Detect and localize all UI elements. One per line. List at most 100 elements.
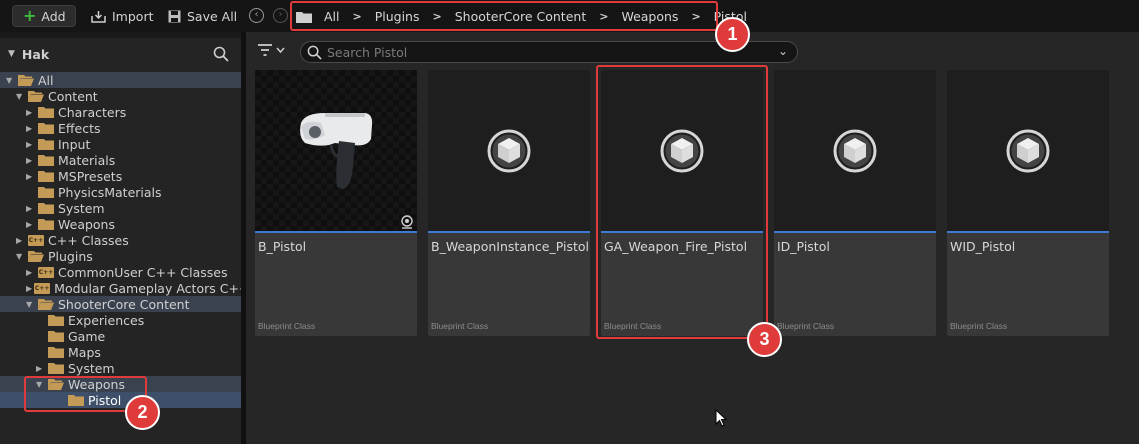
asset-tile-b-pistol[interactable]: B_Pistol Blueprint Class: [255, 70, 417, 336]
tree-item-system[interactable]: ▶ System: [0, 360, 241, 376]
tree-item-label: Content: [48, 88, 98, 104]
tree-item-label: Plugins: [48, 248, 93, 264]
step-marker-3: 3: [747, 322, 782, 357]
tree-item-label: Characters: [58, 104, 127, 120]
add-button-label: Add: [41, 8, 66, 24]
tree-item-label: Experiences: [68, 312, 145, 328]
tree-item-label: CommonUser C++ Classes: [58, 264, 228, 280]
pistol-image: [300, 113, 373, 189]
tree-item-experiences[interactable]: Experiences: [0, 312, 241, 328]
folder-icon: [48, 315, 64, 326]
folder-open-icon: [28, 91, 44, 102]
collapse-arrow-icon[interactable]: ▶: [26, 172, 36, 181]
import-button[interactable]: Import: [91, 5, 154, 27]
folder-open-icon: [28, 251, 44, 262]
tree-item-label: ShooterCore Content: [58, 296, 190, 312]
panel-header[interactable]: ▼ Hak: [0, 38, 241, 70]
search-icon[interactable]: [213, 46, 229, 62]
asset-tile-wid-pistol[interactable]: WID_Pistol Blueprint Class: [947, 70, 1109, 336]
tree-item-label: Input: [58, 136, 91, 152]
add-button[interactable]: + Add: [12, 5, 76, 27]
folder-icon: [38, 219, 54, 230]
cpp-folder-icon: C++: [28, 234, 44, 246]
tree-item-label: Weapons: [58, 216, 115, 232]
save-icon: [168, 10, 181, 22]
tree-item-weapons[interactable]: ▶ Weapons: [0, 216, 241, 232]
blueprint-class-icon: [833, 129, 877, 173]
asset-thumbnail: [428, 70, 590, 231]
folder-icon: [38, 139, 54, 150]
breadcrumb-highlight-box: [290, 1, 718, 31]
expand-arrow-icon[interactable]: ▼: [16, 252, 26, 261]
folder-icon: [38, 123, 54, 134]
tree-item-modular-gameplay-actors-c-c[interactable]: ▶ C++ Modular Gameplay Actors C++ C: [0, 280, 262, 296]
folder-icon: [38, 171, 54, 182]
expand-arrow-icon[interactable]: ▼: [6, 76, 16, 85]
folder-icon: [38, 187, 54, 198]
expand-arrow-icon[interactable]: ▼: [26, 300, 36, 309]
tree-item-label: System: [68, 360, 115, 376]
filter-icon[interactable]: [258, 43, 288, 57]
collapse-arrow-icon[interactable]: ▶: [26, 220, 36, 229]
chevron-down-icon[interactable]: ⌄: [778, 44, 788, 58]
collapse-arrow-icon[interactable]: ▶: [26, 124, 36, 133]
tree-item-all[interactable]: ▼ All: [0, 72, 241, 88]
forward-icon[interactable]: ›: [273, 8, 288, 23]
tree-item-content[interactable]: ▼ Content: [0, 88, 241, 104]
tree-item-label: All: [38, 72, 54, 88]
tree-item-label: Game: [68, 328, 106, 344]
tree-item-system[interactable]: ▶ System: [0, 200, 241, 216]
collapse-arrow-icon[interactable]: ▶: [26, 108, 36, 117]
tree-item-input[interactable]: ▶ Input: [0, 136, 241, 152]
tree-item-commonuser-c-classes[interactable]: ▶ C++ CommonUser C++ Classes: [0, 264, 241, 280]
tree-item-plugins[interactable]: ▼ Plugins: [0, 248, 241, 264]
collapse-arrow-icon[interactable]: ▶: [26, 140, 36, 149]
plus-icon: +: [23, 6, 37, 25]
tree-item-label: PhysicsMaterials: [58, 184, 162, 200]
asset-tile-id-pistol[interactable]: ID_Pistol Blueprint Class: [774, 70, 936, 336]
tree-item-label: Materials: [58, 152, 116, 168]
tree-item-maps[interactable]: Maps: [0, 344, 241, 360]
tree-item-effects[interactable]: ▶ Effects: [0, 120, 241, 136]
folder-icon: [48, 347, 64, 358]
asset-name: WID_Pistol: [950, 239, 1016, 254]
tree-item-mspresets[interactable]: ▶ MSPresets: [0, 168, 241, 184]
tree-item-game[interactable]: Game: [0, 328, 241, 344]
expand-arrow-icon[interactable]: ▼: [16, 92, 26, 101]
asset-name: ID_Pistol: [777, 239, 830, 254]
collapse-arrow-icon[interactable]: ▶: [26, 284, 32, 293]
tree-item-label: System: [58, 200, 105, 216]
tree-item-physicsmaterials[interactable]: PhysicsMaterials: [0, 184, 241, 200]
blueprint-class-icon: [487, 129, 531, 173]
back-icon[interactable]: ‹: [249, 8, 264, 23]
tree-item-characters[interactable]: ▶ Characters: [0, 104, 241, 120]
cpp-folder-icon: C++: [34, 282, 51, 294]
asset-type: Blueprint Class: [258, 321, 316, 331]
save-all-button[interactable]: Save All: [168, 5, 237, 27]
tree-item-materials[interactable]: ▶ Materials: [0, 152, 241, 168]
import-icon: [91, 10, 106, 23]
camera-icon[interactable]: [400, 215, 414, 229]
collapse-arrow-icon[interactable]: ▶: [16, 236, 26, 245]
cpp-folder-icon: C++: [38, 266, 54, 278]
asset-type-bar: [428, 231, 590, 233]
collapse-arrow-icon[interactable]: ▶: [26, 268, 36, 277]
asset-type: Blueprint Class: [950, 321, 1008, 331]
collapse-arrow-icon[interactable]: ▶: [36, 364, 46, 373]
asset-type-bar: [947, 231, 1109, 233]
collapse-arrow-icon[interactable]: ▶: [26, 204, 36, 213]
collapse-triangle-icon[interactable]: ▼: [8, 49, 15, 59]
asset-name: B_WeaponInstance_Pistol: [431, 239, 589, 254]
asset-type-bar: [255, 231, 417, 233]
tree-item-c-classes[interactable]: ▶ C++ C++ Classes: [0, 232, 241, 248]
mouse-cursor-icon: [715, 409, 727, 427]
tree-item-shootercore-content[interactable]: ▼ ShooterCore Content: [0, 296, 241, 312]
search-placeholder: Search Pistol: [327, 44, 408, 60]
collapse-arrow-icon[interactable]: ▶: [26, 156, 36, 165]
asset-tile-b-weaponinstance-pistol[interactable]: B_WeaponInstance_Pistol Blueprint Class: [428, 70, 590, 336]
folder-open-icon: [38, 299, 54, 310]
folder-icon: [38, 155, 54, 166]
asset-name: B_Pistol: [258, 239, 307, 254]
asset-highlight-box: [596, 65, 768, 339]
folder-icon: [38, 107, 54, 118]
